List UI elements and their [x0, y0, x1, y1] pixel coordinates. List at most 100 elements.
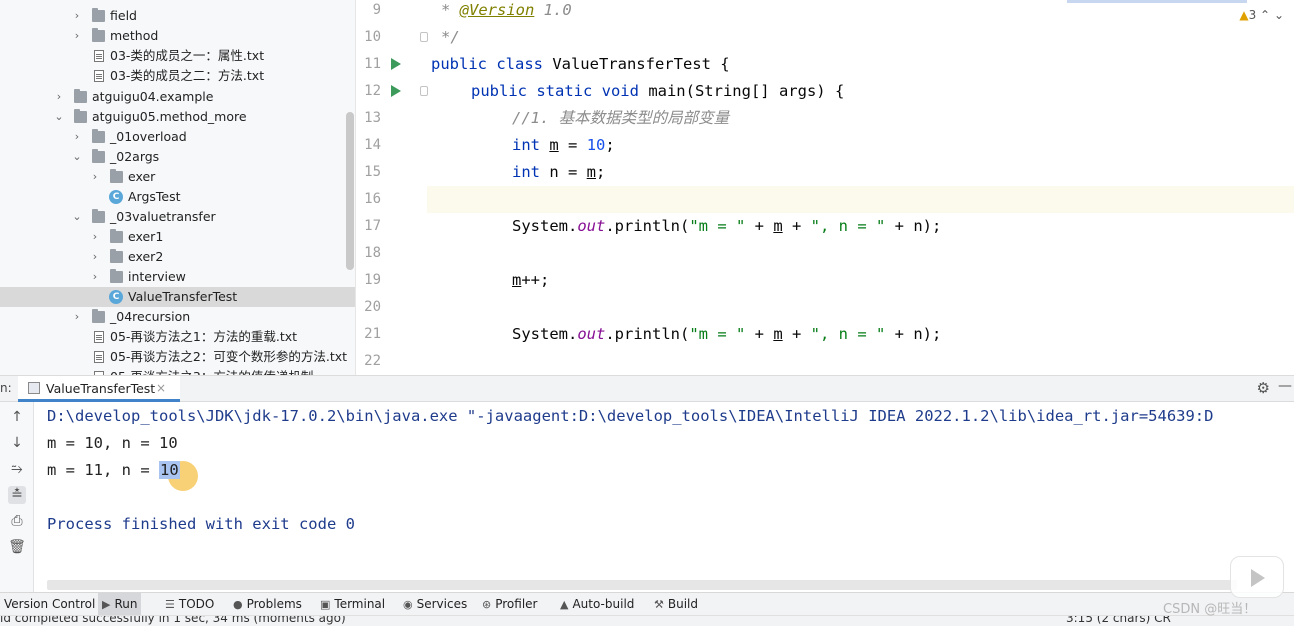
- chevron-right-icon[interactable]: ›: [71, 307, 83, 327]
- code-text: + n);: [885, 217, 942, 235]
- chevron-right-icon[interactable]: ›: [71, 127, 83, 147]
- variable: m: [773, 325, 783, 343]
- run-window-title: n:: [0, 381, 12, 395]
- chevron-right-icon[interactable]: ›: [89, 227, 101, 247]
- tree-item-method[interactable]: › method: [0, 26, 355, 46]
- tree-item-interview[interactable]: › interview: [0, 267, 355, 287]
- comment-text: */: [441, 28, 460, 46]
- run-class-icon[interactable]: [391, 58, 401, 70]
- tree-item-file[interactable]: 05-再谈方法之3：方法的值传递机制: [0, 367, 355, 375]
- tree-item-02args[interactable]: ⌄ _02args: [0, 147, 355, 167]
- arrow-up-icon[interactable]: ↑: [8, 408, 26, 426]
- operator: +: [782, 217, 811, 235]
- tab-label: ValueTransferTest: [46, 381, 156, 396]
- tree-item-valuetransfertest[interactable]: C ValueTransferTest: [0, 287, 355, 307]
- tool-version-control[interactable]: Version Control: [4, 593, 95, 616]
- chevron-down-icon[interactable]: ⌄: [71, 147, 83, 167]
- current-line-highlight: [427, 186, 1294, 213]
- class-declaration: ValueTransferTest {: [542, 55, 730, 73]
- selected-text[interactable]: 10: [158, 461, 180, 479]
- trash-icon[interactable]: 🗑: [8, 538, 26, 556]
- print-icon[interactable]: ⎙: [8, 512, 26, 530]
- watermark: CSDN @旺当！: [1163, 602, 1257, 617]
- chevron-down-icon[interactable]: ⌄: [53, 107, 65, 127]
- tool-build[interactable]: ⚒ Build: [654, 593, 698, 616]
- tree-item-file[interactable]: 05-再谈方法之2：可变个数形参的方法.txt: [0, 347, 355, 367]
- fold-icon[interactable]: [420, 32, 428, 42]
- tree-item-label: 05-再谈方法之1：方法的重载.txt: [110, 329, 298, 344]
- line-number: 15: [364, 164, 381, 180]
- tree-item-exer2[interactable]: › exer2: [0, 247, 355, 267]
- line-number: 17: [364, 218, 381, 234]
- keyword: public static void: [471, 82, 639, 100]
- caret-position[interactable]: 3:15 (2 chars) CR: [1066, 616, 1171, 625]
- tree-item-file[interactable]: 03-类的成员之二：方法.txt: [0, 66, 355, 86]
- gear-icon[interactable]: ⚙: [1257, 379, 1270, 397]
- run-toolbar: ↑ ↓ ⥲ ≛ ⎙ 🗑: [0, 402, 34, 592]
- tool-run[interactable]: ▶ Run: [98, 593, 142, 616]
- code-line-14: int m = 10;: [512, 132, 615, 159]
- tree-item-04recursion[interactable]: › _04recursion: [0, 307, 355, 327]
- status-bar: ld completed successfully in 1 sec, 34 m…: [0, 615, 1294, 626]
- code-editor[interactable]: ▲3 ⌃ ⌄ 9 10 11 12 13 14 15 16 17 18 19 2…: [357, 0, 1294, 375]
- warning-icon: ▲: [560, 598, 569, 611]
- text-file-icon: [94, 70, 104, 82]
- chevron-right-icon[interactable]: ›: [71, 26, 83, 46]
- chevron-up-icon[interactable]: ⌃: [1260, 8, 1270, 22]
- code-line-15: int n = m;: [512, 159, 605, 186]
- tool-services[interactable]: ◉ Services: [403, 593, 467, 616]
- code-line-11: public class ValueTransferTest {: [431, 51, 730, 78]
- tree-item-field[interactable]: › field: [0, 6, 355, 26]
- chevron-right-icon[interactable]: ›: [71, 6, 83, 26]
- minimize-icon[interactable]: —: [1278, 378, 1292, 394]
- console-output[interactable]: D:\develop_tools\JDK\jdk-17.0.2\bin\java…: [35, 402, 1294, 592]
- line-number: 20: [364, 299, 381, 315]
- tree-item-03valuetransfer[interactable]: ⌄ _03valuetransfer: [0, 207, 355, 227]
- tool-problems[interactable]: ● Problems: [233, 593, 302, 616]
- tree-scrollbar[interactable]: [346, 112, 354, 270]
- method-call: .println(: [605, 217, 690, 235]
- video-play-button[interactable]: [1230, 556, 1284, 598]
- chevron-down-icon[interactable]: ⌄: [1274, 8, 1284, 22]
- fold-icon[interactable]: [420, 86, 428, 96]
- tree-item-label: _01overload: [110, 129, 187, 144]
- static-field: out: [577, 325, 606, 343]
- chevron-right-icon[interactable]: ›: [89, 267, 101, 287]
- variable: m: [586, 163, 597, 181]
- method-declaration: main(String[] args) {: [638, 82, 845, 100]
- code-line-13: //1. 基本数据类型的局部变量: [512, 105, 729, 132]
- tool-terminal[interactable]: ▣ Terminal: [320, 593, 385, 616]
- tool-auto-build[interactable]: ▲ Auto-build: [560, 593, 634, 616]
- tool-todo[interactable]: ☰ TODO: [165, 593, 214, 616]
- tree-item-label: interview: [128, 269, 186, 284]
- chevron-right-icon[interactable]: ›: [89, 167, 101, 187]
- keyword: int: [512, 163, 540, 181]
- tree-item-atguigu05[interactable]: ⌄ atguigu05.method_more: [0, 107, 355, 127]
- tree-item-exer1[interactable]: › exer1: [0, 227, 355, 247]
- tree-item-atguigu04[interactable]: › atguigu04.example: [0, 87, 355, 107]
- horizontal-scrollbar[interactable]: [47, 580, 1237, 590]
- line-number: 12: [364, 83, 381, 99]
- scroll-to-end-icon[interactable]: ≛: [8, 486, 26, 504]
- chevron-right-icon[interactable]: ›: [89, 247, 101, 267]
- tree-item-file[interactable]: 05-再谈方法之1：方法的重载.txt: [0, 327, 355, 347]
- console-output-line: m = 10, n = 10: [47, 434, 178, 452]
- close-icon[interactable]: ×: [156, 381, 166, 395]
- number-literal: 10: [586, 136, 606, 154]
- tree-item-exer[interactable]: › exer: [0, 167, 355, 187]
- chevron-down-icon[interactable]: ⌄: [71, 207, 83, 227]
- tree-item-file[interactable]: 03-类的成员之一：属性.txt: [0, 46, 355, 66]
- console-output-line: m = 11, n = 10: [47, 457, 180, 484]
- tree-item-label: _02args: [110, 149, 160, 164]
- tree-item-01overload[interactable]: › _01overload: [0, 127, 355, 147]
- tree-item-label: method: [110, 28, 159, 43]
- folder-icon: [110, 269, 123, 283]
- tree-item-argstest[interactable]: C ArgsTest: [0, 187, 355, 207]
- chevron-right-icon[interactable]: ›: [53, 87, 65, 107]
- tool-profiler[interactable]: ⊛ Profiler: [482, 593, 537, 616]
- soft-wrap-icon[interactable]: ⥲: [8, 460, 26, 478]
- tab-valuetransfertest[interactable]: ValueTransferTest ×: [18, 376, 180, 402]
- inspection-widget[interactable]: ▲3 ⌃ ⌄: [1239, 8, 1284, 22]
- arrow-down-icon[interactable]: ↓: [8, 434, 26, 452]
- run-main-icon[interactable]: [391, 85, 401, 97]
